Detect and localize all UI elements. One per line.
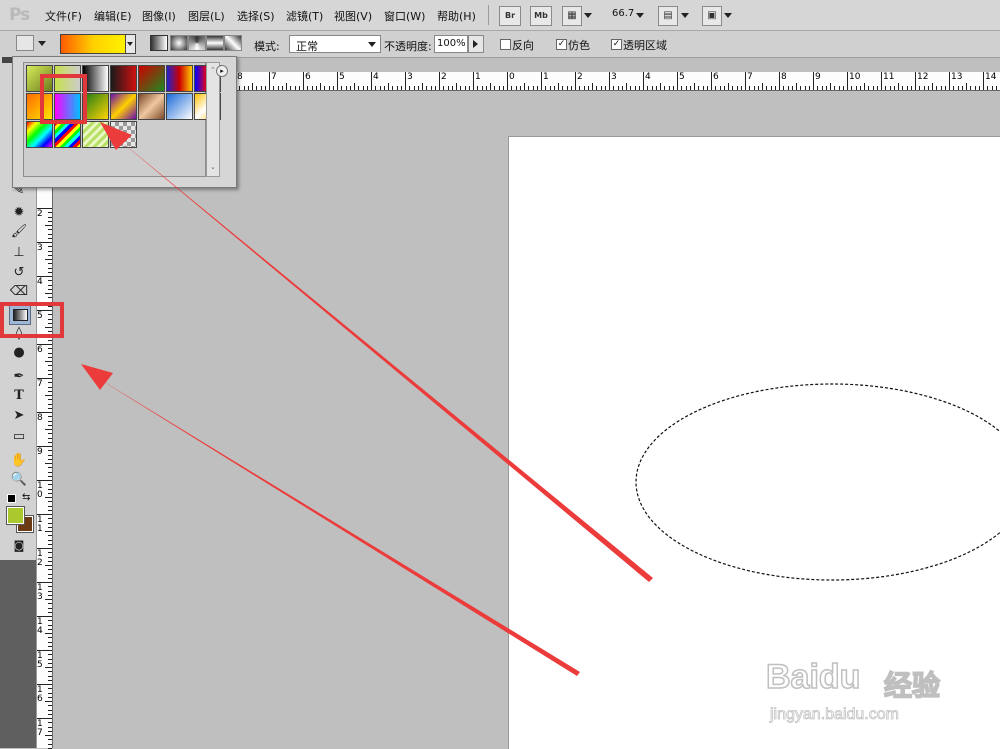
arrow-head	[81, 364, 113, 390]
arrow-line	[88, 372, 580, 676]
watermark-jingyan: 经验	[883, 668, 941, 703]
arrow-head	[100, 122, 132, 150]
annotation-arrows	[81, 122, 653, 676]
watermark-url: jingyan.baidu.com	[770, 706, 900, 724]
watermark-brand: Baidu	[765, 657, 861, 697]
baidu-watermark: Baidu 经验 jingyan.baidu.com	[765, 640, 956, 730]
arrow-line	[107, 130, 653, 582]
